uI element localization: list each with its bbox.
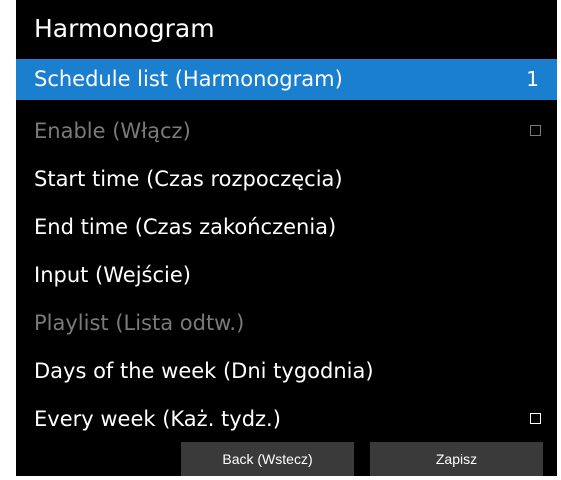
enable-checkbox[interactable]	[530, 125, 541, 136]
dialog-title: Harmonogram	[34, 14, 215, 43]
menu-item-every-week[interactable]: Every week (Każ. tydz.)	[16, 395, 557, 443]
menu-item-label: Every week (Każ. tydz.)	[34, 407, 281, 431]
menu-item-label: Playlist (Lista odtw.)	[34, 311, 245, 335]
menu-item-label: Input (Wejście)	[34, 263, 191, 287]
menu-item-enable[interactable]: Enable (Włącz)	[16, 107, 557, 155]
menu-item-start-time[interactable]: Start time (Czas rozpoczęcia)	[16, 155, 557, 203]
menu-item-days-of-week[interactable]: Days of the week (Dni tygodnia)	[16, 347, 557, 395]
menu-item-playlist[interactable]: Playlist (Lista odtw.)	[16, 299, 557, 347]
schedule-list-value: 1	[526, 67, 539, 91]
menu-item-label: Start time (Czas rozpoczęcia)	[34, 167, 343, 191]
save-button[interactable]: Zapisz	[370, 442, 543, 476]
menu-item-end-time[interactable]: End time (Czas zakończenia)	[16, 203, 557, 251]
menu-item-input[interactable]: Input (Wejście)	[16, 251, 557, 299]
menu-item-label: Enable (Włącz)	[34, 119, 191, 143]
settings-menu: Schedule list (Harmonogram) 1 Enable (Wł…	[16, 59, 557, 443]
menu-item-schedule-list[interactable]: Schedule list (Harmonogram) 1	[16, 59, 557, 100]
schedule-dialog: Harmonogram Schedule list (Harmonogram) …	[16, 0, 557, 476]
back-button[interactable]: Back (Wstecz)	[181, 442, 354, 476]
menu-item-label: Schedule list (Harmonogram)	[34, 67, 343, 91]
every-week-checkbox[interactable]	[530, 413, 541, 424]
menu-item-label: End time (Czas zakończenia)	[34, 215, 337, 239]
menu-item-label: Days of the week (Dni tygodnia)	[34, 359, 374, 383]
